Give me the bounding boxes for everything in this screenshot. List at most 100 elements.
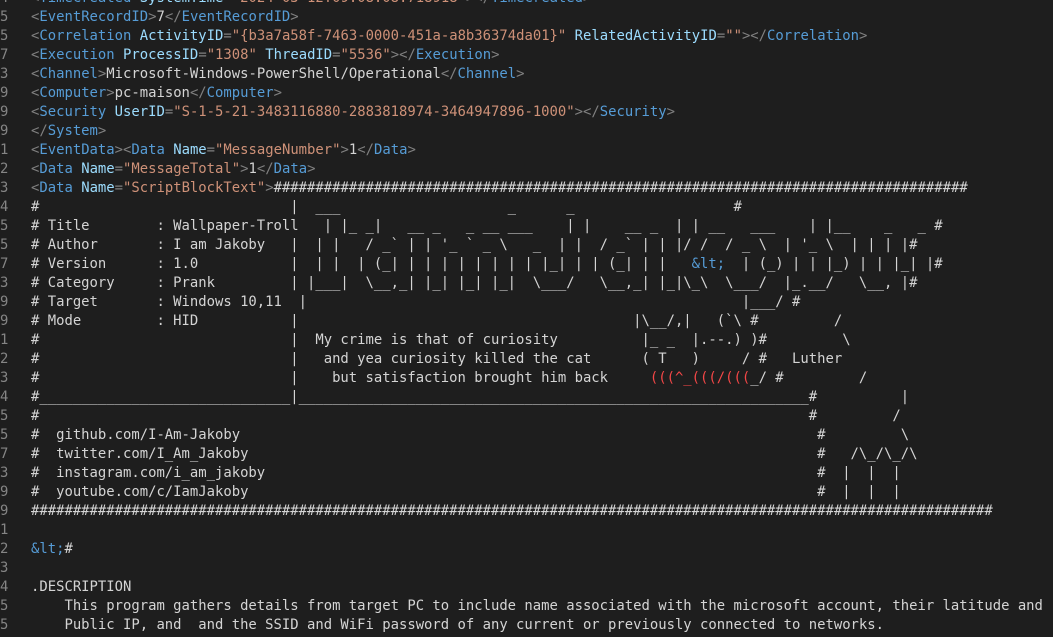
code-token: = bbox=[164, 104, 174, 120]
code-line[interactable]: 7 <Execution ProcessID="1308" ThreadID="5… bbox=[0, 46, 1053, 65]
code-line[interactable]: 3 # instagram.com/i_am_jakoby # | | | bbox=[0, 464, 1053, 483]
code-token: Public IP, and and the SSID and WiFi pas… bbox=[31, 617, 885, 633]
code-line[interactable]: 2 <Data Name="MessageTotal">1</Data> bbox=[0, 160, 1053, 179]
code-token: Channel bbox=[457, 66, 517, 82]
line-number: 4 bbox=[0, 199, 9, 215]
code-line[interactable]: 9 # youtube.com/c/IamJakoby # | | | bbox=[0, 483, 1053, 502]
code-line[interactable]: 3 bbox=[0, 559, 1053, 578]
code-line[interactable]: 5 Public IP, and and the SSID and WiFi p… bbox=[0, 616, 1053, 635]
code-line[interactable]: 5 # github.com/I-Am-Jakoby # \ bbox=[0, 426, 1053, 445]
code-token: # Version : 1.0 | | | | (_| | | | | | | … bbox=[31, 256, 692, 272]
line-number: 1 bbox=[0, 142, 9, 158]
line-number: 2 bbox=[0, 161, 9, 177]
code-line[interactable]: 5 This program gathers details from targ… bbox=[0, 597, 1053, 616]
code-token: _/ # / bbox=[750, 370, 868, 386]
code-line[interactable]: 7 # Version : 1.0 | | | | (_| | | | | | |… bbox=[0, 255, 1053, 274]
code-token: Data bbox=[273, 161, 308, 177]
line-number: 9 bbox=[0, 503, 9, 519]
code-token: ########################################… bbox=[273, 180, 968, 196]
code-token: EventRecordID bbox=[39, 9, 149, 25]
code-text: <Execution ProcessID="1308" ThreadID="55… bbox=[31, 47, 499, 63]
code-token: = bbox=[198, 47, 207, 63]
code-line[interactable]: 3 <Channel>Microsoft-Windows-PowerShell/O… bbox=[0, 65, 1053, 84]
code-line[interactable]: 9 # Mode : HID | |\__/,| (`\ # / bbox=[0, 312, 1053, 331]
code-text: <Channel>Microsoft-Windows-PowerShell/Op… bbox=[31, 66, 524, 82]
code-line[interactable]: 5 # Author : I am Jakoby | | | / _` | | '… bbox=[0, 236, 1053, 255]
line-number: 1 bbox=[0, 522, 9, 538]
code-line[interactable]: 3 # | but satisfaction brought him back (… bbox=[0, 369, 1053, 388]
code-token: # | and yea curiosity killed the cat ( T… bbox=[31, 351, 843, 367]
code-token: "5536" bbox=[340, 47, 391, 63]
code-token: &lt; bbox=[691, 256, 726, 272]
code-token: This program gathers details from target… bbox=[31, 598, 1043, 614]
code-token: > bbox=[407, 142, 416, 158]
code-line[interactable]: 7 # twitter.com/I_Am_Jakoby # /\_/\_/\ bbox=[0, 445, 1053, 464]
code-token: > bbox=[307, 161, 316, 177]
code-line[interactable]: 5 <Correlation ActivityID="{b3a7a58f-7463… bbox=[0, 27, 1053, 46]
line-number: 5 bbox=[0, 9, 9, 25]
code-token: </ bbox=[440, 66, 458, 82]
line-number: 4 bbox=[0, 579, 9, 595]
code-text: # twitter.com/I_Am_Jakoby # /\_/\_/\ bbox=[31, 446, 917, 462]
code-line[interactable]: 9 # Target : Windows 10,11 | |___/ # bbox=[0, 293, 1053, 312]
code-line[interactable]: 5 <EventRecordID>7</EventRecordID> bbox=[0, 8, 1053, 27]
code-line[interactable]: 4 .DESCRIPTION bbox=[0, 578, 1053, 597]
line-number: 1 bbox=[0, 332, 9, 348]
code-token: = bbox=[114, 180, 124, 196]
code-token: # twitter.com/I_Am_Jakoby # /\_/\_/\ bbox=[31, 446, 918, 462]
code-line[interactable]: 3 # Category : Prank | |___| \__,_| |_| |… bbox=[0, 274, 1053, 293]
code-text: <Data Name="ScriptBlockText">###########… bbox=[31, 180, 968, 196]
line-number: 2 bbox=[0, 351, 9, 367]
code-line[interactable]: 9 <Security UserID="S-1-5-21-3483116880-2… bbox=[0, 103, 1053, 122]
line-number: 5 bbox=[0, 617, 9, 633]
code-token: System bbox=[47, 123, 98, 139]
code-token: Execution bbox=[39, 47, 115, 63]
code-line[interactable]: 5 # Title : Wallpaper-Troll | |_ _| __ _ … bbox=[0, 217, 1053, 236]
line-number: 3 bbox=[0, 180, 9, 196]
code-line[interactable]: 1 <EventData><Data Name="MessageNumber">1… bbox=[0, 141, 1053, 160]
code-line[interactable]: 2 &lt;# bbox=[0, 540, 1053, 559]
code-token: Data bbox=[39, 161, 73, 177]
code-line[interactable]: 9 <Computer>pc-maison</Computer> bbox=[0, 84, 1053, 103]
code-token: > bbox=[491, 47, 500, 63]
code-token: # | ___ _ _ # bbox=[31, 199, 742, 215]
code-token: pc-maison bbox=[114, 85, 190, 101]
code-token: > bbox=[106, 85, 115, 101]
code-token: # Category : Prank | |___| \__,_| |_| |_… bbox=[31, 275, 918, 291]
code-text: <EventData><Data Name="MessageNumber">1<… bbox=[31, 142, 416, 158]
code-token: </ bbox=[189, 85, 207, 101]
code-token: TimeCreated bbox=[39, 0, 131, 6]
code-text: <EventRecordID>7</EventRecordID> bbox=[31, 9, 299, 25]
code-line[interactable]: 1 bbox=[0, 521, 1053, 540]
code-line[interactable]: 9 </System> bbox=[0, 122, 1053, 141]
code-line[interactable]: 3 <Data Name="ScriptBlockText">##########… bbox=[0, 179, 1053, 198]
code-line[interactable]: 4 # | ___ _ _ # bbox=[0, 198, 1053, 217]
code-token: # # / bbox=[31, 408, 901, 424]
code-editor[interactable]: 4<TimeCreated SystemTime="2024-03-12T09:… bbox=[0, 0, 1053, 637]
code-token: #______________________________|________… bbox=[31, 389, 910, 405]
code-token: 7 bbox=[156, 9, 165, 25]
code-text: # Version : 1.0 | | | | (_| | | | | | | … bbox=[31, 256, 943, 272]
code-token: ########################################… bbox=[31, 503, 993, 519]
code-text: ########################################… bbox=[31, 503, 993, 519]
code-token: "ScriptBlockText" bbox=[123, 180, 266, 196]
code-token: Microsoft-Windows-PowerShell/Operational bbox=[106, 66, 441, 82]
code-token: Computer bbox=[206, 85, 274, 101]
code-line[interactable]: 5 # # / bbox=[0, 407, 1053, 426]
code-line[interactable]: 4 #______________________________|_______… bbox=[0, 388, 1053, 407]
code-line[interactable]: 1 # | My crime is that of curiosity |_ _ … bbox=[0, 331, 1053, 350]
code-text: <Computer>pc-maison</Computer> bbox=[31, 85, 282, 101]
code-line[interactable]: 4<TimeCreated SystemTime="2024-03-12T09:… bbox=[0, 0, 1053, 8]
line-number: 7 bbox=[0, 256, 9, 272]
line-number: 9 bbox=[0, 123, 9, 139]
code-text: Public IP, and and the SSID and WiFi pas… bbox=[31, 617, 884, 633]
code-token: "></ bbox=[458, 0, 491, 6]
code-line[interactable]: 2 # | and yea curiosity killed the cat ( … bbox=[0, 350, 1053, 369]
line-number: 3 bbox=[0, 275, 9, 291]
line-number: 4 bbox=[0, 389, 9, 405]
line-number: 7 bbox=[0, 446, 9, 462]
code-line[interactable]: 9 #######################################… bbox=[0, 502, 1053, 521]
